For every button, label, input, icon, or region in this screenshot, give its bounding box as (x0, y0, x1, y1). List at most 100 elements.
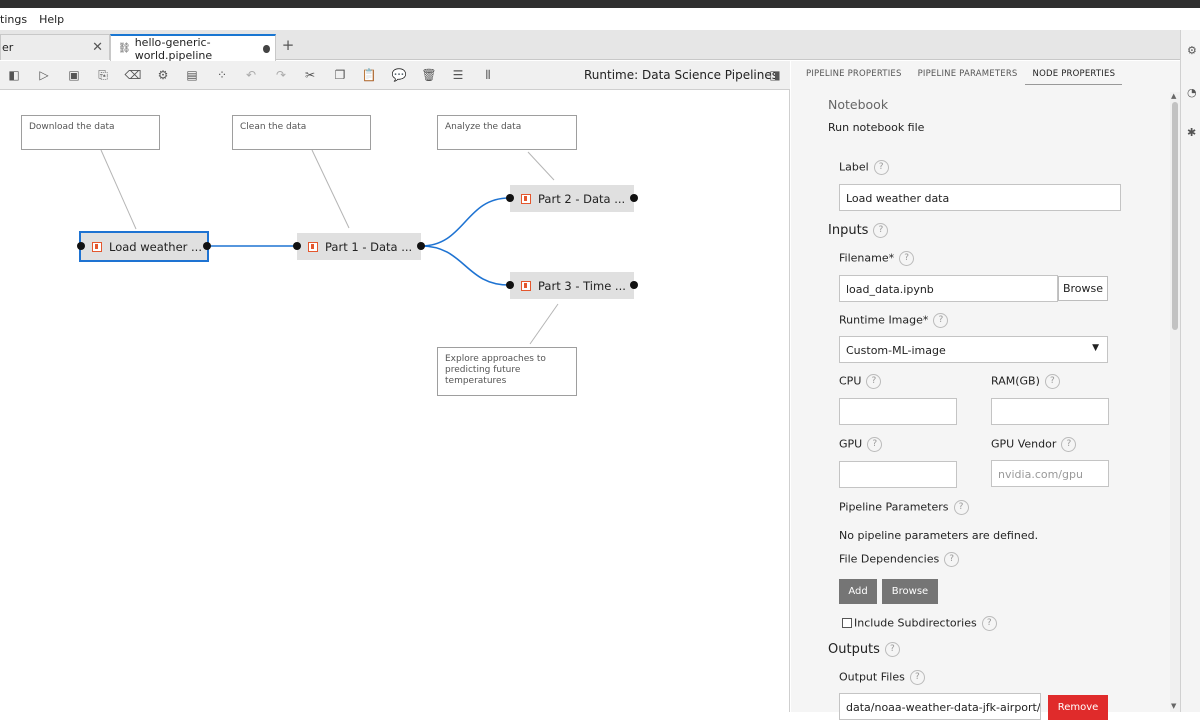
help-icon[interactable]: ? (866, 374, 882, 389)
clear-icon[interactable]: ⌫ (125, 67, 142, 83)
open-runtimes-icon[interactable]: ⚙ (155, 67, 171, 83)
save-icon[interactable]: ▣ (66, 67, 82, 83)
label-field-label: Label? (839, 160, 889, 175)
output-file-input[interactable]: data/noaa-weather-data-jfk-airport/jfk_w (839, 693, 1041, 720)
comment-link (311, 149, 350, 229)
label-input[interactable]: Load weather data (839, 184, 1121, 211)
scrollbar-thumb[interactable] (1172, 102, 1178, 330)
delete-icon[interactable]: 🗑 (421, 67, 437, 83)
output-port[interactable] (203, 242, 211, 250)
export-icon[interactable]: ⎘ (95, 67, 111, 83)
redo-icon[interactable]: ↷ (273, 67, 289, 83)
comment-download-data[interactable]: Download the data (21, 115, 160, 150)
notebook-icon (308, 241, 318, 252)
canvas-links (100, 149, 559, 345)
run-icon[interactable]: ▷ (36, 67, 52, 83)
menu-help[interactable]: Help (33, 13, 70, 26)
add-tab-button[interactable]: + (278, 35, 298, 55)
open-component-catalogs-icon[interactable]: ⁘ (214, 67, 230, 83)
label-text: Runtime Image* (839, 313, 929, 327)
toggle-properties-icon[interactable]: ◨ (767, 67, 783, 83)
help-icon[interactable]: ? (1044, 374, 1060, 389)
toggle-palette-icon[interactable]: ◧ (6, 67, 22, 83)
menu-settings[interactable]: tings (0, 13, 33, 26)
cpu-label: CPU? (839, 374, 882, 389)
input-port[interactable] (506, 281, 514, 289)
help-icon[interactable]: ? (873, 223, 889, 238)
input-port[interactable] (293, 242, 301, 250)
modified-dot-icon[interactable] (263, 44, 270, 53)
help-icon[interactable]: ? (933, 313, 949, 328)
output-port[interactable] (630, 281, 638, 289)
running-icon[interactable]: ◔ (1187, 86, 1197, 99)
caret-down-icon: ▼ (1092, 343, 1099, 353)
comment-clean-data[interactable]: Clean the data (232, 115, 371, 150)
paste-icon[interactable]: 📋 (361, 67, 377, 83)
help-icon[interactable]: ? (909, 670, 925, 685)
filename-browse-button[interactable]: Browse (1058, 276, 1108, 301)
tab-node-properties[interactable]: NODE PROPERTIES (1024, 61, 1123, 85)
filename-label: Filename*? (839, 251, 915, 266)
inputs-heading: Inputs? (828, 223, 889, 238)
arrange-horizontal-icon[interactable]: ☰ (450, 67, 466, 83)
runtime-image-select[interactable]: Custom-ML-image ▼ (839, 336, 1108, 363)
help-icon[interactable]: ? (899, 251, 915, 266)
document-tab-bar: er ✕ ⛓ hello-generic-world.pipeline + (0, 30, 1180, 62)
comment-analyze-data[interactable]: Analyze the data (437, 115, 577, 150)
node-part-1-data[interactable]: Part 1 - Data ... (297, 233, 421, 260)
browse-dependency-button[interactable]: Browse (882, 579, 938, 604)
help-icon[interactable]: ? (953, 500, 969, 515)
tab-label: er (2, 41, 14, 54)
selected-value: Custom-ML-image (846, 344, 946, 357)
add-dependency-button[interactable]: Add (839, 579, 877, 604)
property-inspector-icon[interactable]: ⚙ (1187, 44, 1197, 57)
cut-icon[interactable]: ✂ (302, 67, 318, 83)
comment-explore-approaches[interactable]: Explore approaches to predicting future … (437, 347, 577, 396)
arrange-vertical-icon[interactable]: ⦀ (480, 67, 496, 83)
node-link[interactable] (420, 245, 510, 286)
panel-scrollbar[interactable]: ▲ ▼ (1170, 92, 1180, 712)
scroll-down-icon[interactable]: ▼ (1171, 702, 1176, 710)
node-part-2-data[interactable]: Part 2 - Data ... (510, 185, 634, 212)
copy-icon[interactable]: ❐ (332, 67, 348, 83)
help-icon[interactable]: ? (981, 616, 997, 631)
help-icon[interactable]: ? (873, 160, 889, 175)
node-label: Load weather ... (109, 239, 202, 254)
open-runtime-images-icon[interactable]: ▤ (184, 67, 200, 83)
input-port[interactable] (77, 242, 85, 250)
node-link[interactable] (420, 197, 510, 247)
close-icon[interactable]: ✕ (92, 40, 103, 55)
help-icon[interactable]: ? (944, 552, 960, 567)
label-text: Output Files (839, 670, 905, 684)
cpu-input[interactable] (839, 398, 957, 425)
remove-output-button[interactable]: Remove (1048, 695, 1108, 720)
input-port[interactable] (506, 194, 514, 202)
help-icon[interactable]: ? (867, 437, 883, 452)
tab-pipeline-properties[interactable]: PIPELINE PROPERTIES (791, 61, 909, 90)
gpu-vendor-input[interactable]: nvidia.com/gpu (991, 460, 1109, 487)
output-files-label: Output Files? (839, 670, 925, 685)
label-text: File Dependencies (839, 552, 940, 566)
notebook-icon (92, 241, 102, 252)
debugger-icon[interactable]: ✱ (1187, 126, 1196, 139)
properties-panel: PIPELINE PROPERTIES PIPELINE PARAMETERS … (791, 61, 1180, 720)
filename-input[interactable]: load_data.ipynb (839, 275, 1058, 302)
help-icon[interactable]: ? (884, 642, 900, 657)
help-icon[interactable]: ? (1061, 437, 1077, 452)
node-load-weather-data[interactable]: Load weather ... (79, 231, 209, 262)
heading-text: Outputs (828, 642, 880, 657)
scroll-up-icon[interactable]: ▲ (1171, 92, 1176, 100)
output-port[interactable] (630, 194, 638, 202)
pipeline-canvas[interactable]: Download the data Clean the data Analyze… (0, 90, 790, 712)
tab-hello-generic-world-pipeline[interactable]: ⛓ hello-generic-world.pipeline (110, 34, 276, 62)
include-subdirectories-checkbox[interactable] (842, 618, 852, 628)
node-part-3-time[interactable]: Part 3 - Time ... (510, 272, 634, 299)
output-port[interactable] (417, 242, 425, 250)
tab-launcher[interactable]: er ✕ (0, 34, 110, 60)
tab-pipeline-parameters[interactable]: PIPELINE PARAMETERS (909, 61, 1025, 90)
ram-input[interactable] (991, 398, 1109, 425)
gpu-input[interactable] (839, 461, 957, 488)
add-comment-icon[interactable]: 💬 (391, 67, 407, 83)
node-label: Part 2 - Data ... (538, 191, 626, 206)
undo-icon[interactable]: ↶ (243, 67, 259, 83)
